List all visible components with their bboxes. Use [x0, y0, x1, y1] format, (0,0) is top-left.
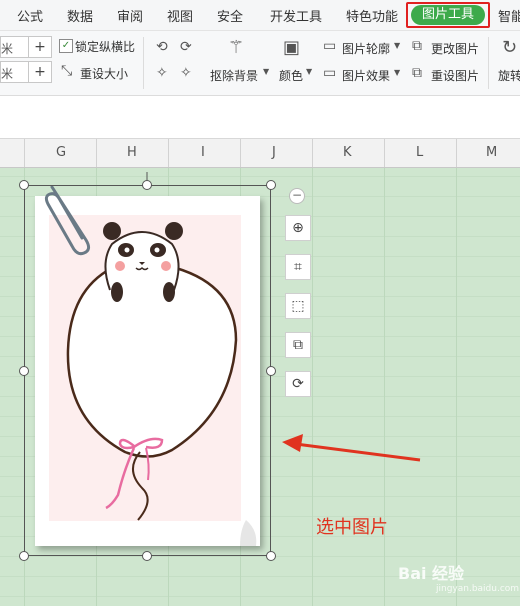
resize-handle-top-left[interactable] [19, 180, 29, 190]
resize-handle-top-right[interactable] [266, 180, 276, 190]
resize-handle-top[interactable] [142, 180, 152, 190]
resize-handle-bottom[interactable] [142, 551, 152, 561]
annotation-text: 选中图片 [316, 517, 388, 538]
select-area-icon[interactable]: ⬚ [285, 293, 311, 319]
collapse-icon[interactable]: − [289, 188, 305, 204]
image-to-text-icon[interactable]: ⧉ [285, 332, 311, 358]
zoom-in-icon[interactable]: ⊕ [285, 215, 311, 241]
watermark-url: jingyan.baidu.com [436, 584, 520, 594]
selection-frame[interactable] [24, 185, 271, 556]
watermark: Bai 经验 [398, 564, 465, 583]
replace-image-icon[interactable]: ⟳ [285, 371, 311, 397]
resize-handle-right[interactable] [266, 366, 276, 376]
crop-icon[interactable]: ⌗ [285, 254, 311, 280]
resize-handle-left[interactable] [19, 366, 29, 376]
resize-handle-bottom-right[interactable] [266, 551, 276, 561]
resize-handle-bottom-left[interactable] [19, 551, 29, 561]
